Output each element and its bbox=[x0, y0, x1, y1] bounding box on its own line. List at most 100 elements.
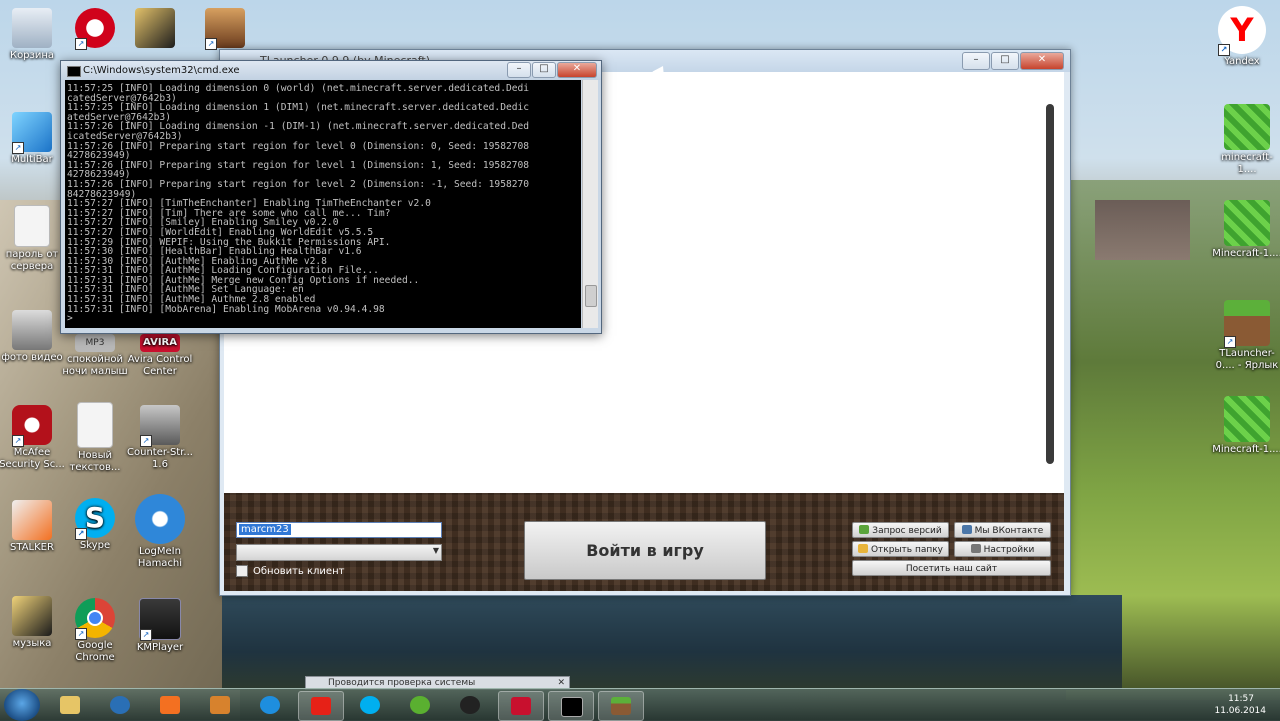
desktop-icon-recycle[interactable]: Корзина bbox=[0, 8, 67, 62]
cmd-window[interactable]: C:\Windows\system32\cmd.exe – □ ✕ 11:57:… bbox=[60, 60, 602, 334]
request-versions-button[interactable]: Запрос версий bbox=[852, 522, 949, 538]
desktop-icon-chrome[interactable]: ↗ Google Chrome bbox=[60, 598, 130, 664]
clock-time[interactable]: 11:57 bbox=[1228, 694, 1254, 704]
clock-date[interactable]: 11.06.2014 bbox=[1214, 706, 1266, 716]
mcafee-icon: ↗ bbox=[12, 405, 52, 447]
avira-icon bbox=[511, 697, 531, 715]
taskbar-utorrent[interactable] bbox=[398, 691, 442, 719]
taskbar-media-player[interactable] bbox=[148, 691, 192, 719]
cmd-scroll-thumb[interactable] bbox=[585, 285, 597, 307]
cmd-title: C:\Windows\system32\cmd.exe bbox=[83, 65, 240, 76]
shortcut-arrow-icon: ↗ bbox=[205, 38, 217, 50]
recycle-bin-icon bbox=[12, 8, 52, 48]
open-folder-button[interactable]: Открыть папку bbox=[852, 541, 949, 557]
folder-icon bbox=[857, 544, 868, 553]
counter-strike-icon: ↗ bbox=[140, 405, 180, 447]
update-client-checkbox[interactable] bbox=[236, 565, 248, 577]
start-button[interactable] bbox=[4, 689, 40, 721]
game-icon: ↗ bbox=[205, 8, 245, 50]
launcher-control-panel: marcm23 ▼ Обновить клиент Войти в игру З… bbox=[224, 493, 1064, 591]
desktop-icon-stalker[interactable]: STALKER bbox=[0, 500, 67, 554]
cmd-scrollbar[interactable] bbox=[582, 80, 598, 328]
chevron-down-icon: ▼ bbox=[432, 546, 439, 555]
shortcut-arrow-icon: ↗ bbox=[12, 435, 24, 447]
yandex-icon bbox=[311, 697, 331, 715]
cmd-titlebar[interactable]: C:\Windows\system32\cmd.exe – □ ✕ bbox=[61, 61, 601, 80]
desktop-icon-music[interactable]: музыка bbox=[0, 596, 67, 650]
folder-icon bbox=[60, 696, 80, 714]
desktop-icon-multibar[interactable]: ↗ MultiBar bbox=[0, 112, 67, 166]
update-client-option[interactable]: Обновить клиент bbox=[236, 565, 344, 577]
yandex-icon: Y ↗ bbox=[1218, 6, 1266, 56]
desktop-icon-minecraft-2[interactable]: Minecraft-1.... bbox=[1212, 200, 1280, 260]
cmd-icon bbox=[67, 66, 81, 77]
console-line: 11:57:26 [INFO] Preparing start region f… bbox=[67, 159, 530, 171]
desktop-icon-game[interactable]: ↗ bbox=[190, 8, 260, 50]
shortcut-arrow-icon: ↗ bbox=[75, 628, 87, 640]
desktop-icon-folder-dark[interactable] bbox=[120, 8, 190, 50]
shortcut-arrow-icon: ↗ bbox=[1224, 336, 1236, 348]
cmd-close-button[interactable]: ✕ bbox=[557, 62, 597, 78]
taskbar-obs[interactable] bbox=[448, 691, 492, 719]
desktop-icon-avira[interactable]: AVIRA Avira Control Center bbox=[125, 334, 195, 378]
desktop-icon-kmplayer[interactable]: ↗ KMPlayer bbox=[125, 598, 195, 654]
console-line: 11:57:26 [INFO] Preparing start region f… bbox=[67, 140, 530, 152]
close-button[interactable]: ✕ bbox=[1020, 52, 1064, 70]
desktop-icon-photo[interactable]: фото видео bbox=[0, 310, 67, 364]
minimize-button[interactable]: – bbox=[962, 52, 990, 70]
taskbar: 11:57 11.06.2014 bbox=[0, 688, 1280, 721]
taskbar-cmd[interactable] bbox=[548, 691, 594, 721]
console-line: 11:57:31 [INFO] [MobArena] Enabling MobA… bbox=[67, 303, 385, 315]
text-file-icon bbox=[77, 402, 113, 448]
minecraft-icon bbox=[1224, 104, 1270, 150]
camera-icon bbox=[12, 310, 52, 350]
taskbar-yandex[interactable] bbox=[298, 691, 344, 721]
console-output[interactable]: 11:57:25 [INFO] Loading dimension 0 (wor… bbox=[65, 80, 581, 328]
shortcut-arrow-icon: ↗ bbox=[75, 38, 87, 50]
folder-icon bbox=[135, 8, 175, 48]
desktop-icon-passwords[interactable]: пароль от сервера bbox=[0, 205, 67, 273]
play-button[interactable]: Войти в игру bbox=[524, 521, 766, 580]
launcher-scrollbar[interactable] bbox=[1046, 104, 1054, 464]
taskbar-explorer[interactable] bbox=[48, 691, 92, 719]
desktop-icon-mp3[interactable]: MP3 спокойной ночи малыш bbox=[60, 334, 130, 378]
settings-button[interactable]: Настройки bbox=[954, 541, 1051, 557]
desktop-icon-minecraft-1[interactable]: minecraft-1.... bbox=[1212, 104, 1280, 176]
kmplayer-icon: ↗ bbox=[139, 598, 181, 641]
taskbar-skype[interactable] bbox=[348, 691, 392, 719]
taskbar-avira[interactable] bbox=[498, 691, 544, 721]
taskbar-minecraft[interactable] bbox=[598, 691, 644, 721]
mp3-icon: MP3 bbox=[75, 334, 115, 352]
username-input[interactable]: marcm23 bbox=[236, 522, 442, 538]
shortcut-arrow-icon: ↗ bbox=[140, 435, 152, 447]
desktop-icon-minecraft-3[interactable]: Minecraft-1.... bbox=[1212, 396, 1280, 456]
taskbar-app[interactable] bbox=[198, 691, 242, 719]
vk-button[interactable]: Мы ВКонтакте bbox=[954, 522, 1051, 538]
maximize-button[interactable]: □ bbox=[991, 52, 1019, 70]
cmd-maximize-button[interactable]: □ bbox=[532, 62, 556, 78]
shortcut-arrow-icon: ↗ bbox=[12, 142, 24, 154]
desktop-icon-skype[interactable]: S ↗ Skype bbox=[60, 498, 130, 552]
refresh-icon bbox=[859, 525, 870, 534]
desktop-icon-counter-strike[interactable]: ↗ Counter-Str... 1.6 bbox=[125, 405, 195, 471]
desktop-icon-hamachi[interactable]: LogMeIn Hamachi bbox=[125, 494, 195, 570]
vk-icon bbox=[961, 525, 972, 534]
skype-icon: S ↗ bbox=[75, 498, 115, 540]
desktop-icon-tlauncher[interactable]: ↗ TLauncher-0.... - Ярлык bbox=[1212, 300, 1280, 372]
taskbar-ie[interactable] bbox=[248, 691, 292, 719]
cmd-minimize-button[interactable]: – bbox=[507, 62, 531, 78]
desktop-icon-newtext[interactable]: Новый текстов... bbox=[60, 402, 130, 474]
version-select[interactable]: ▼ bbox=[236, 544, 442, 561]
visit-site-button[interactable]: Посетить наш сайт bbox=[852, 560, 1051, 576]
minecraft-grass-icon bbox=[611, 697, 631, 715]
text-file-icon bbox=[14, 205, 50, 247]
wallpaper-house bbox=[1095, 200, 1190, 260]
hamachi-icon bbox=[135, 494, 185, 544]
shortcut-arrow-icon: ↗ bbox=[140, 629, 152, 641]
avira-icon: AVIRA bbox=[140, 334, 180, 352]
opera-icon: ↗ bbox=[75, 8, 115, 50]
desktop-icon-yandex[interactable]: Y ↗ Yandex bbox=[1207, 6, 1277, 68]
desktop-icon-mcafee[interactable]: ↗ McAfee Security Sc... bbox=[0, 405, 67, 471]
console-line: > bbox=[67, 313, 73, 325]
taskbar-hp[interactable] bbox=[98, 691, 142, 719]
